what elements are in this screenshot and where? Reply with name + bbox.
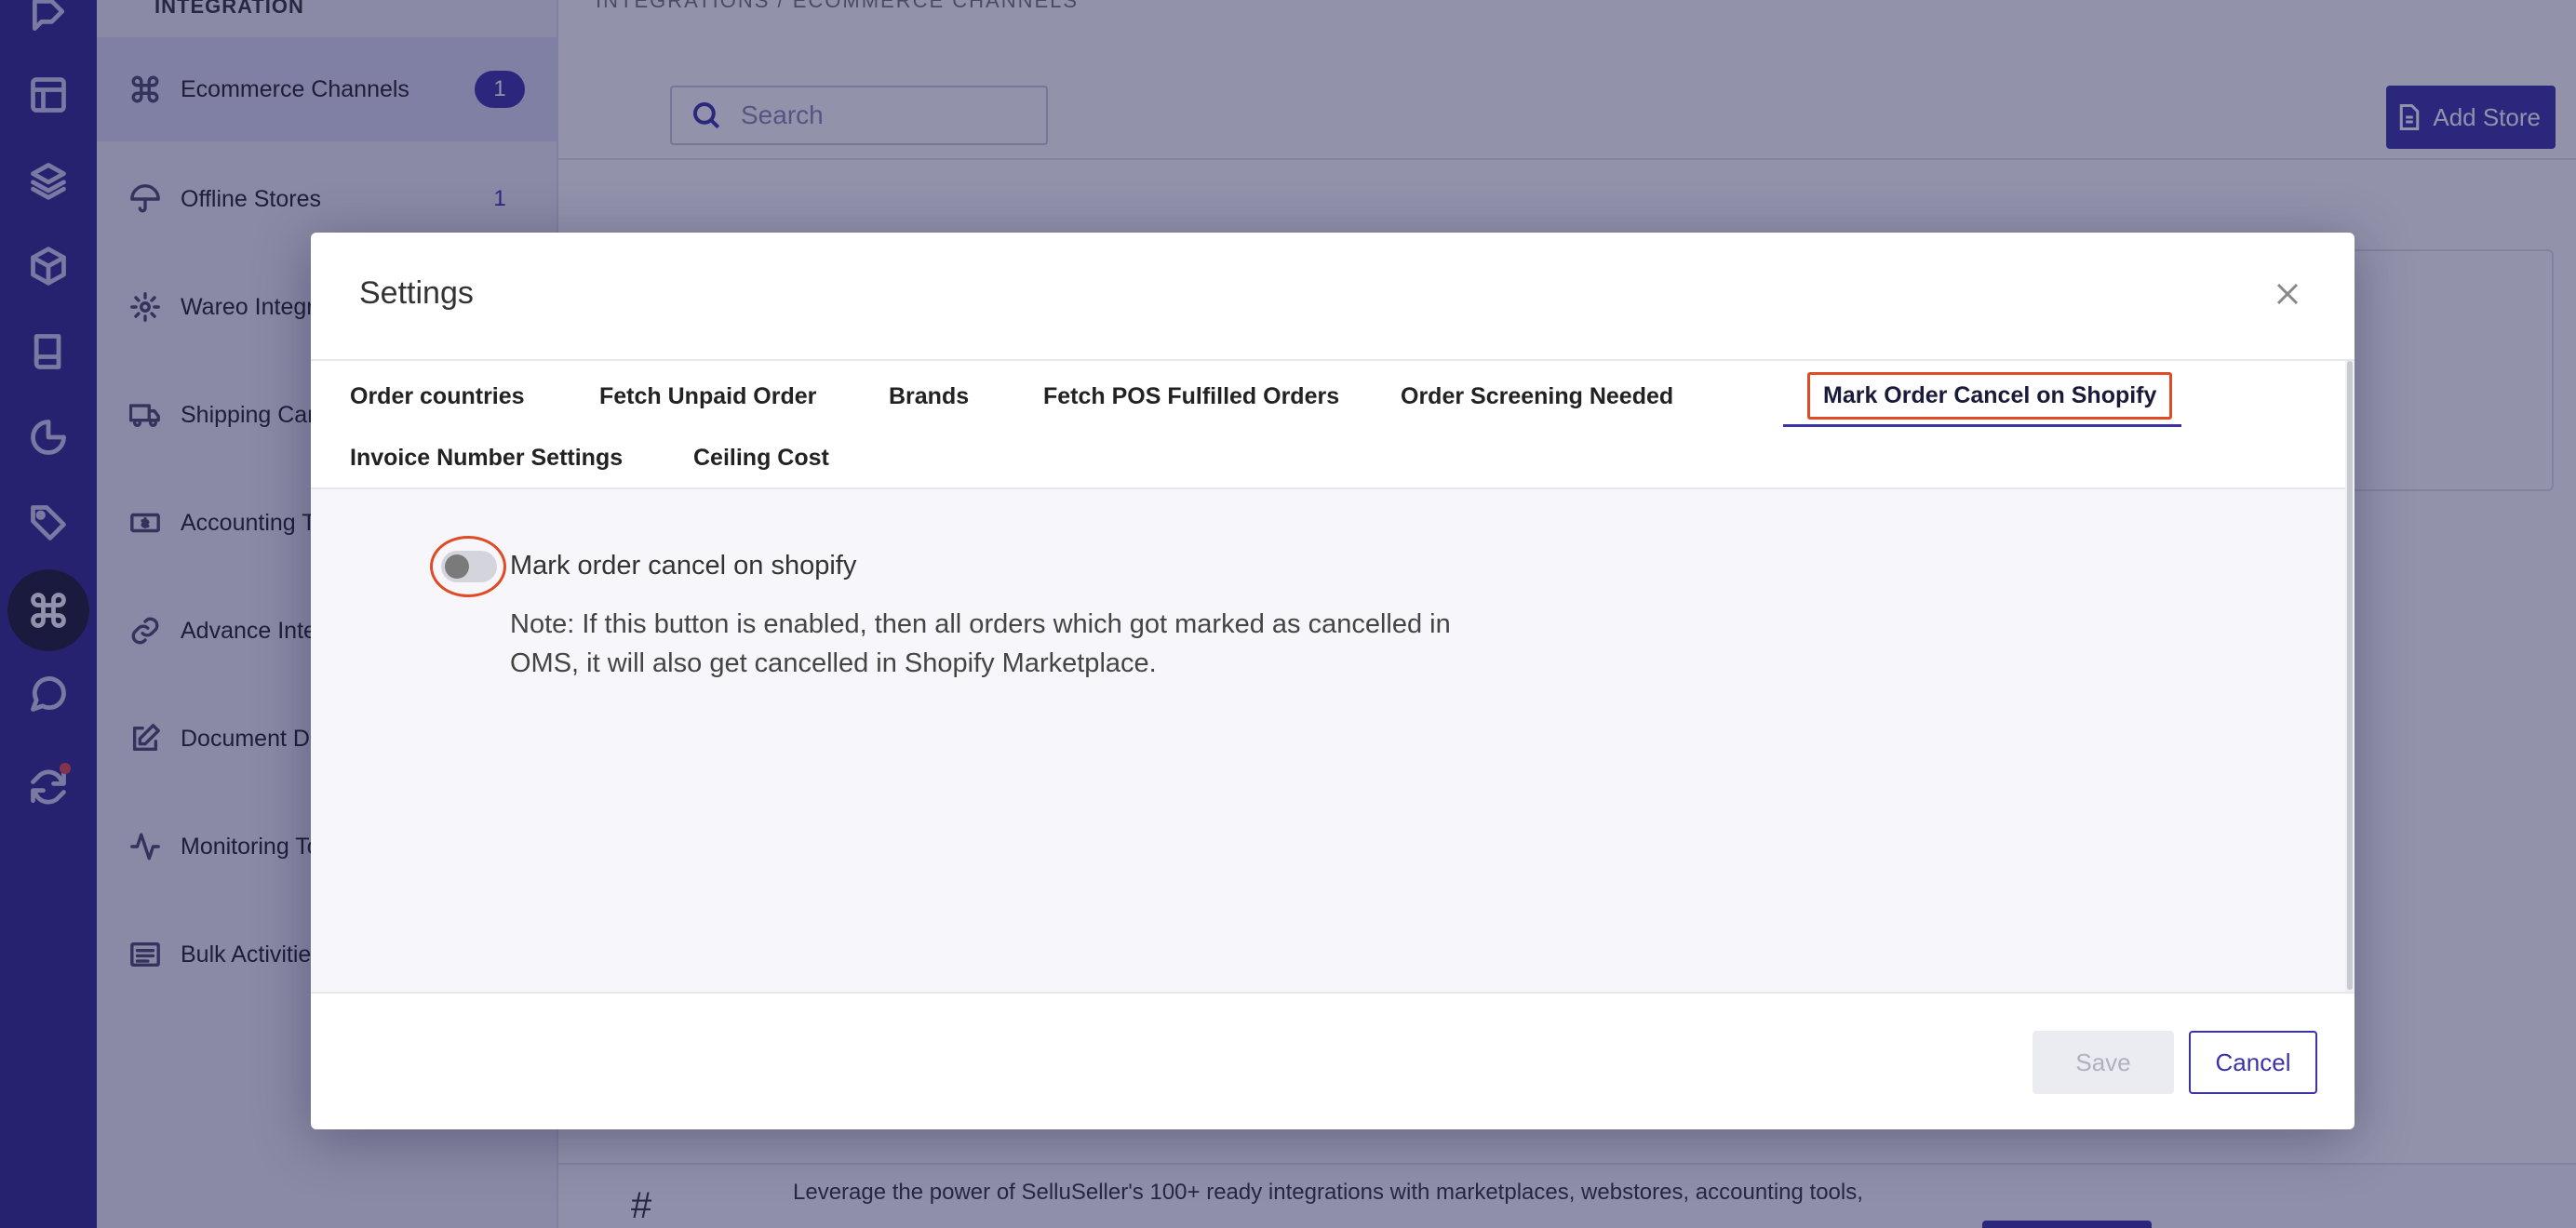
close-icon <box>2276 283 2299 305</box>
settings-modal: Settings Order countries Fetch Unpaid Or… <box>311 233 2355 1129</box>
modal-title: Settings <box>359 275 474 311</box>
toggle-label: Mark order cancel on shopify <box>510 551 857 581</box>
close-button[interactable] <box>2269 275 2306 313</box>
tab-order-screening-needed[interactable]: Order Screening Needed <box>1401 383 1673 410</box>
tab-fetch-pos-fulfilled-orders[interactable]: Fetch POS Fulfilled Orders <box>1043 383 1339 410</box>
tab-order-countries[interactable]: Order countries <box>350 383 525 410</box>
save-button[interactable]: Save <box>2033 1031 2174 1094</box>
toggle-note: Note: If this button is enabled, then al… <box>510 609 1451 678</box>
scrollbar-thumb[interactable] <box>2347 361 2353 990</box>
footer-divider <box>311 992 2355 994</box>
tab-brands[interactable]: Brands <box>889 383 969 410</box>
tab-fetch-unpaid-order[interactable]: Fetch Unpaid Order <box>599 383 816 410</box>
tab-ceiling-cost[interactable]: Ceiling Cost <box>693 445 829 472</box>
mark-order-cancel-toggle[interactable] <box>441 551 497 582</box>
toggle-knob <box>445 554 469 579</box>
active-tab-indicator <box>1783 424 2181 427</box>
tab-mark-order-cancel-on-shopify[interactable]: Mark Order Cancel on Shopify <box>1807 372 2173 420</box>
header-divider <box>311 359 2355 361</box>
tab-invoice-number-settings[interactable]: Invoice Number Settings <box>350 445 623 472</box>
cancel-button[interactable]: Cancel <box>2189 1031 2317 1094</box>
